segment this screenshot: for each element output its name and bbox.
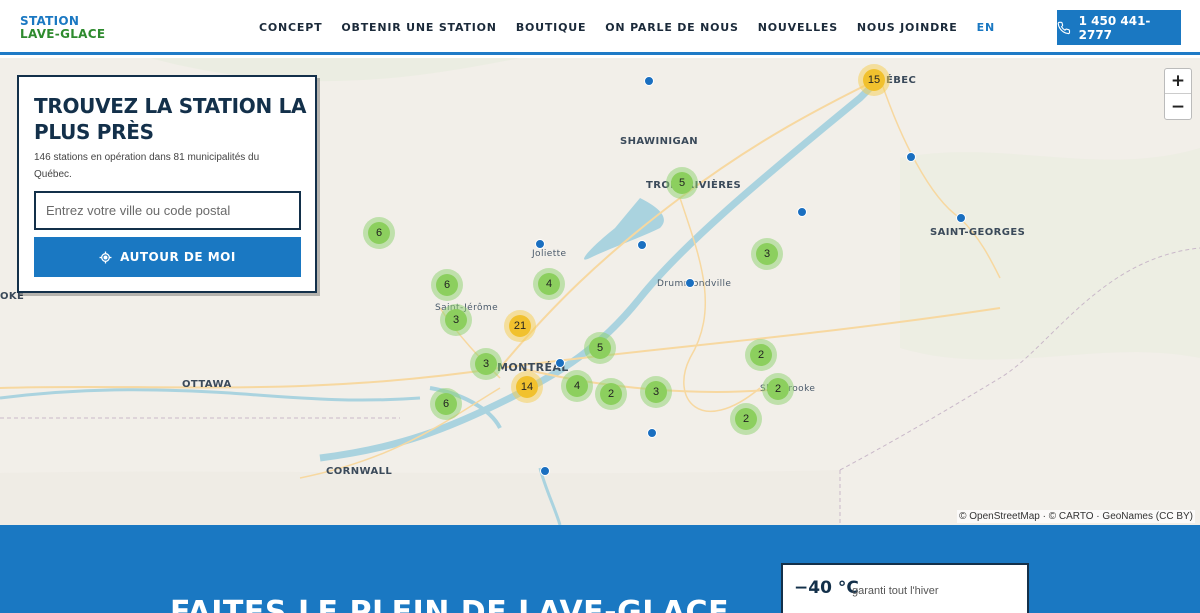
- cluster-marker[interactable]: 3: [751, 238, 783, 270]
- nav-concept[interactable]: CONCEPT: [259, 21, 322, 34]
- phone-number: 1 450 441-2777: [1078, 13, 1151, 42]
- station-marker[interactable]: [535, 239, 545, 249]
- language-switch[interactable]: EN: [977, 21, 995, 34]
- cluster-marker[interactable]: 5: [666, 167, 698, 199]
- station-marker[interactable]: [637, 240, 647, 250]
- cluster-marker[interactable]: 15: [858, 64, 890, 96]
- station-marker[interactable]: [647, 428, 657, 438]
- cluster-marker[interactable]: 6: [430, 388, 462, 420]
- main-nav: CONCEPT OBTENIR UNE STATION BOUTIQUE ON …: [259, 21, 1014, 34]
- station-marker[interactable]: [540, 466, 550, 476]
- crosshair-icon: [99, 251, 112, 263]
- temperature-card: −40 °C garanti tout l'hiver: [781, 563, 1029, 613]
- nav-obtenir-station[interactable]: OBTENIR UNE STATION: [341, 21, 496, 34]
- station-search-panel: TROUVEZ LA STATION LA PLUS PRÈS 146 stat…: [17, 75, 317, 293]
- cluster-marker[interactable]: 2: [595, 378, 627, 410]
- station-marker[interactable]: [644, 76, 654, 86]
- map-label-quebec: ÉBEC: [886, 75, 917, 86]
- temperature-value: −40 °C: [794, 578, 859, 598]
- cluster-marker[interactable]: 4: [533, 268, 565, 300]
- phone-button[interactable]: 1 450 441-2777: [1057, 10, 1181, 45]
- temperature-text: garanti tout l'hiver: [852, 585, 939, 597]
- promo-band: FAITES LE PLEIN DE LAVE-GLACE −40 °C gar…: [0, 525, 1200, 613]
- zoom-control: + −: [1164, 68, 1192, 120]
- station-marker[interactable]: [956, 213, 966, 223]
- cluster-marker[interactable]: 2: [730, 403, 762, 435]
- station-marker[interactable]: [685, 278, 695, 288]
- promo-heading: FAITES LE PLEIN DE LAVE-GLACE: [170, 595, 730, 613]
- panel-title: TROUVEZ LA STATION LA PLUS PRÈS: [34, 94, 307, 144]
- locate-me-button[interactable]: AUTOUR DE MOI: [34, 237, 301, 277]
- cluster-marker[interactable]: 14: [511, 371, 543, 403]
- site-header: STATION LAVE-GLACE CONCEPT OBTENIR UNE S…: [0, 0, 1200, 55]
- map-label-shawinigan: SHAWINIGAN: [620, 136, 699, 147]
- cluster-marker[interactable]: 2: [745, 339, 777, 371]
- nav-boutique[interactable]: BOUTIQUE: [516, 21, 586, 34]
- nav-nouvelles[interactable]: NOUVELLES: [758, 21, 838, 34]
- nav-nous-joindre[interactable]: NOUS JOINDRE: [857, 21, 958, 34]
- cluster-marker[interactable]: 6: [431, 269, 463, 301]
- location-search-input[interactable]: [34, 191, 301, 230]
- map-label-joliette: Joliette: [532, 249, 567, 259]
- cluster-marker[interactable]: 5: [584, 332, 616, 364]
- station-marker[interactable]: [797, 207, 807, 217]
- map-label-cornwall: CORNWALL: [326, 466, 393, 477]
- map-attribution[interactable]: © OpenStreetMap · © CARTO · GeoNames (CC…: [957, 510, 1195, 523]
- station-marker[interactable]: [906, 152, 916, 162]
- cluster-marker[interactable]: 3: [440, 304, 472, 336]
- nav-on-parle-de-nous[interactable]: ON PARLE DE NOUS: [605, 21, 738, 34]
- locate-me-label: AUTOUR DE MOI: [120, 250, 236, 264]
- logo-line2: LAVE-GLACE: [20, 27, 106, 41]
- phone-icon: [1057, 21, 1071, 34]
- cluster-marker[interactable]: 2: [762, 373, 794, 405]
- zoom-in-button[interactable]: +: [1165, 69, 1191, 94]
- cluster-marker[interactable]: 4: [561, 370, 593, 402]
- zoom-out-button[interactable]: −: [1165, 94, 1191, 119]
- map-label-saint-georges: SAINT-GEORGES: [930, 227, 1026, 238]
- cluster-marker[interactable]: 3: [640, 376, 672, 408]
- site-logo[interactable]: STATION LAVE-GLACE: [20, 15, 105, 41]
- panel-subtitle: 146 stations en opération dans 81 munici…: [34, 152, 260, 180]
- cluster-marker[interactable]: 6: [363, 217, 395, 249]
- cluster-marker[interactable]: 21: [504, 310, 536, 342]
- map-label-ottawa: OTTAWA: [182, 379, 232, 390]
- cluster-marker[interactable]: 3: [470, 348, 502, 380]
- station-marker[interactable]: [555, 358, 565, 368]
